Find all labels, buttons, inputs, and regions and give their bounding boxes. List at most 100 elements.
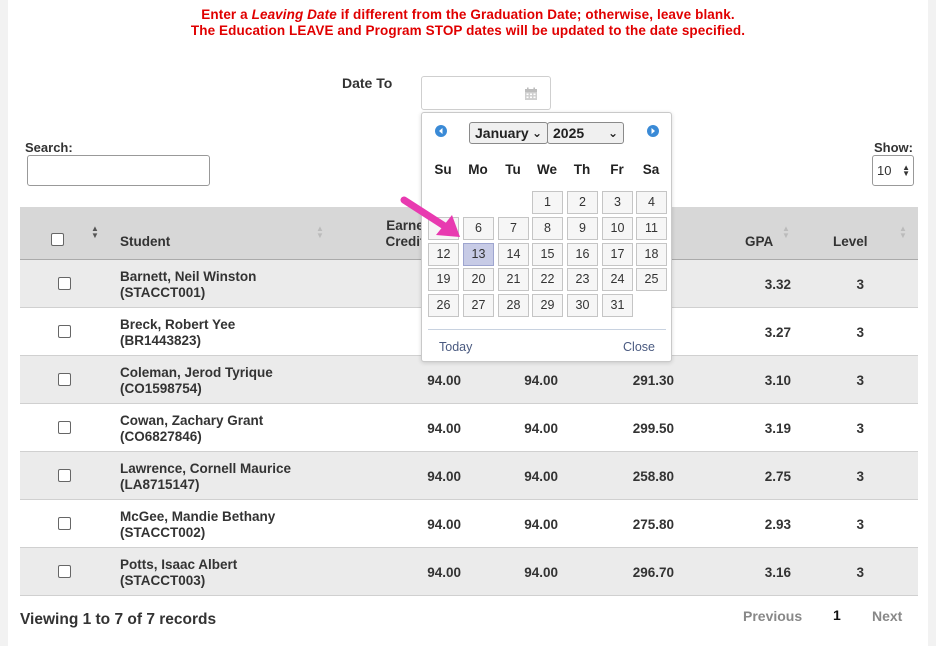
- calendar-day[interactable]: 14: [498, 243, 529, 266]
- calendar-day[interactable]: 7: [498, 217, 529, 240]
- student-id: (CO1598754): [120, 381, 202, 396]
- student-id: (STACCT003): [120, 573, 206, 588]
- calendar-day[interactable]: 13: [463, 243, 494, 266]
- cell-c3: 299.50: [632, 421, 674, 436]
- sort-icon[interactable]: ▲ ▼: [899, 225, 907, 240]
- row-checkbox[interactable]: [58, 373, 71, 386]
- column-student[interactable]: Student: [120, 234, 170, 249]
- student-id: (LA8715147): [120, 477, 200, 492]
- row-checkbox[interactable]: [58, 325, 71, 338]
- show-label: Show:: [874, 140, 913, 155]
- cell-c2: 94.00: [524, 421, 558, 436]
- cell-level: 3: [856, 325, 864, 340]
- weekday-label: Sa: [642, 162, 660, 177]
- table-row[interactable]: Coleman, Jerod Tyrique (CO1598754) 94.00 94…: [20, 356, 918, 404]
- student-cell: Potts, Isaac Albert (STACCT003): [120, 557, 237, 589]
- cell-c2: 94.00: [524, 373, 558, 388]
- calendar-day[interactable]: 17: [602, 243, 633, 266]
- notice-text: Enter a: [201, 7, 252, 22]
- calendar-day[interactable]: 28: [498, 294, 529, 317]
- cell-c2: 94.00: [524, 565, 558, 580]
- table-row[interactable]: McGee, Mandie Bethany (STACCT002) 94.00 94.…: [20, 500, 918, 548]
- calendar-day[interactable]: 8: [532, 217, 563, 240]
- search-input[interactable]: [27, 155, 210, 186]
- calendar-day[interactable]: 9: [567, 217, 598, 240]
- row-checkbox[interactable]: [58, 277, 71, 290]
- notice-line-2: The Education LEAVE and Program STOP dat…: [190, 23, 746, 38]
- column-gpa[interactable]: GPA: [745, 234, 773, 249]
- student-cell: Cowan, Zachary Grant (CO6827846): [120, 413, 263, 445]
- weekday-label: Su: [434, 162, 452, 177]
- calendar-day[interactable]: 1: [532, 191, 563, 214]
- calendar-day[interactable]: 25: [636, 268, 667, 291]
- student-id: (CO6827846): [120, 429, 202, 444]
- calendar-day[interactable]: 31: [602, 294, 633, 317]
- records-info: Viewing 1 to 7 of 7 records: [20, 611, 217, 628]
- sort-icon[interactable]: ▲ ▼: [316, 225, 324, 240]
- sort-icon[interactable]: ▲ ▼: [91, 225, 99, 240]
- student-id: (BR1443823): [120, 333, 202, 348]
- cell-c2: 94.00: [524, 517, 558, 532]
- calendar-day[interactable]: 10: [602, 217, 633, 240]
- calendar-day[interactable]: 19: [428, 268, 459, 291]
- sort-icon[interactable]: ▲ ▼: [782, 225, 790, 240]
- cell-c3: 258.80: [632, 469, 674, 484]
- cell-level: 3: [856, 277, 864, 292]
- next-page-button[interactable]: Next: [872, 608, 902, 624]
- calendar-day[interactable]: 12: [428, 243, 459, 266]
- calendar-day[interactable]: 4: [636, 191, 667, 214]
- cell-c3: 275.80: [632, 517, 674, 532]
- cell-c1: 94.00: [427, 421, 461, 436]
- table-row[interactable]: Cowan, Zachary Grant (CO6827846) 94.00 94.0…: [20, 404, 918, 452]
- student-id: (STACCT002): [120, 525, 206, 540]
- calendar-day[interactable]: 24: [602, 268, 633, 291]
- calendar-icon[interactable]: [524, 87, 538, 101]
- table-row[interactable]: Potts, Isaac Albert (STACCT003) 94.00 94.00…: [20, 548, 918, 596]
- cell-c1: 94.00: [427, 565, 461, 580]
- calendar-day[interactable]: 16: [567, 243, 598, 266]
- calendar-day[interactable]: 30: [567, 294, 598, 317]
- calendar-day[interactable]: 11: [636, 217, 667, 240]
- calendar-day[interactable]: 21: [498, 268, 529, 291]
- student-name: Potts, Isaac Albert: [120, 557, 238, 572]
- student-cell: Coleman, Jerod Tyrique (CO1598754): [120, 365, 273, 397]
- current-page-button[interactable]: 1: [833, 607, 841, 623]
- calendar-day[interactable]: 15: [532, 243, 563, 266]
- page-length-select[interactable]: 10 ▲ ▼: [872, 155, 914, 186]
- select-all-checkbox[interactable]: [51, 233, 64, 246]
- calendar-day[interactable]: 18: [636, 243, 667, 266]
- student-name: Cowan, Zachary Grant: [120, 413, 264, 428]
- calendar-day[interactable]: 3: [602, 191, 633, 214]
- date-to-label: Date To: [342, 75, 393, 91]
- calendar-day[interactable]: 27: [463, 294, 494, 317]
- student-name: Barnett, Neil Winston: [120, 269, 257, 284]
- row-checkbox[interactable]: [58, 421, 71, 434]
- year-select[interactable]: 2025 ⌄: [547, 122, 624, 144]
- weekday-label: Tu: [505, 162, 521, 177]
- close-button[interactable]: Close: [623, 340, 655, 354]
- today-button[interactable]: Today: [439, 340, 472, 354]
- student-name: Coleman, Jerod Tyrique: [120, 365, 273, 380]
- calendar-day[interactable]: 23: [567, 268, 598, 291]
- calendar-day[interactable]: 2: [567, 191, 598, 214]
- cell-gpa: 3.16: [764, 565, 791, 580]
- notice-text: if different from the Graduation Date; o…: [336, 7, 735, 22]
- calendar-day[interactable]: 26: [428, 294, 459, 317]
- cell-c1: 94.00: [427, 517, 461, 532]
- cell-level: 3: [856, 517, 864, 532]
- column-level[interactable]: Level: [833, 234, 868, 249]
- calendar-day[interactable]: 29: [532, 294, 563, 317]
- calendar-day[interactable]: 20: [463, 268, 494, 291]
- student-name: Lawrence, Cornell Maurice: [120, 461, 292, 476]
- previous-page-button[interactable]: Previous: [743, 608, 802, 624]
- month-select[interactable]: January ⌄: [469, 122, 548, 144]
- prev-month-icon[interactable]: [435, 125, 447, 137]
- cell-level: 3: [856, 469, 864, 484]
- row-checkbox[interactable]: [58, 469, 71, 482]
- date-to-input[interactable]: [421, 76, 551, 110]
- next-month-icon[interactable]: [647, 125, 659, 137]
- row-checkbox[interactable]: [58, 517, 71, 530]
- calendar-day[interactable]: 22: [532, 268, 563, 291]
- row-checkbox[interactable]: [58, 565, 71, 578]
- table-row[interactable]: Lawrence, Cornell Maurice (LA8715147) 94.0…: [20, 452, 918, 500]
